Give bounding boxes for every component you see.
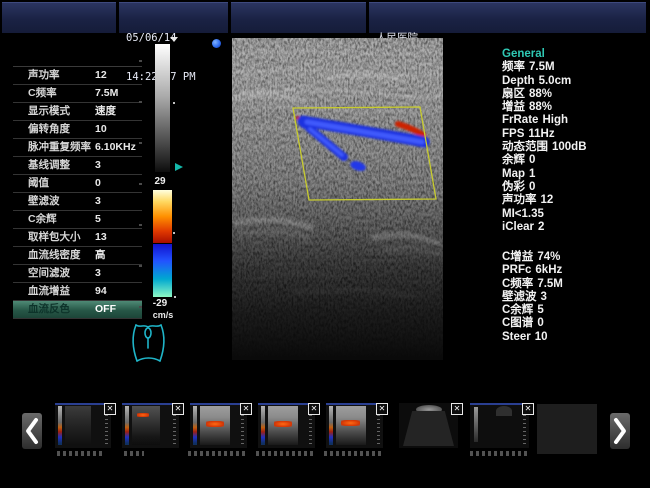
param-row-baseline[interactable]: 基线调整3 [13,157,142,175]
thumbnail-6[interactable]: ✕ [399,403,458,448]
image-info-panel: General 频率7.5M Depth5.0cm 扇区88% 增益88% Fr… [502,48,648,234]
topbar-datetime-segment: 05/06/14 14:22:27 PM [119,2,228,33]
thumbnail-slot-empty [537,404,597,454]
info-line-c-persistence: C余辉5 [502,304,648,317]
thumbnail-3[interactable]: ✕ [190,403,247,448]
info-line-fps: FPS11Hz [502,128,648,141]
param-row-color-gain[interactable]: 血流增益94 [13,283,142,301]
param-row-line-density[interactable]: 血流线密度高 [13,247,142,265]
thumbnail-1-close-icon[interactable]: ✕ [104,403,116,415]
focus-marker-icon [170,37,178,42]
info-line-frame-rate: FrRateHigh [502,114,648,127]
thumbnail-6-close-icon[interactable]: ✕ [451,403,463,415]
color-bar-negative [153,244,172,297]
param-row-acoustic-power[interactable]: 声功率12 [13,67,142,85]
param-row-packet-size[interactable]: 取样包大小13 [13,229,142,247]
info-line-wall-filter: 壁滤波3 [502,291,648,304]
info-line-sector: 扇区88% [502,88,648,101]
velocity-scale-min: -29 [147,298,173,309]
thumbnail-prev-button[interactable] [22,413,42,449]
thumbnail-4-close-icon[interactable]: ✕ [308,403,320,415]
preset-title: General [502,48,648,61]
color-bar-positive [153,190,172,243]
grayscale-bar [155,44,170,172]
thumbnail-3-caption [188,451,248,456]
thumbnail-7-caption [470,451,530,456]
info-line-prfc: PRFc6kHz [502,264,648,277]
param-row-c-frequency[interactable]: C频率7.5M [13,85,142,103]
thumbnail-5-caption [324,451,384,456]
thumbnail-5[interactable]: ✕ [326,403,383,448]
velocity-scale-max: 29 [147,176,173,187]
info-line-persistence: 余辉0 [502,154,648,167]
info-line-steer: Steer10 [502,331,648,344]
info-line-c-map: C图谱0 [502,317,648,330]
param-row-spatial-filter[interactable]: 空间滤波3 [13,265,142,283]
thumbnail-7[interactable]: ✕ [470,403,529,448]
info-line-chroma: 伪彩0 [502,181,648,194]
topbar-patient-segment [231,2,366,33]
velocity-unit-label: cm/s [150,310,176,320]
thumbnail-1-caption [57,451,102,456]
gain-pointer-icon [175,163,183,171]
color-bar-baseline [153,243,172,244]
tgc-tick-marks [139,60,142,330]
thumbnail-1[interactable]: ✕ [55,403,111,448]
ultrasound-image-area [232,38,443,360]
info-line-frequency: 频率7.5M [502,61,648,74]
info-line-dynamic-range: 动态范围100dB [502,141,648,154]
ultrasound-b-mode-image [232,38,443,360]
param-row-threshold[interactable]: 阈值0 [13,175,142,193]
info-line-iclear: iClear2 [502,221,648,234]
param-row-prf[interactable]: 脉冲重复频率6.10KHz [13,139,142,157]
topbar-hospital-segment: 人民医院 L14-5/38 [369,2,646,33]
param-row-display-mode[interactable]: 显示模式速度 [13,103,142,121]
ultrasound-screen: 05/06/14 14:22:27 PM 人民医院 L14-5/38 声功率12… [0,0,650,488]
marker-dot [173,102,175,104]
info-line-c-frequency: C频率7.5M [502,278,648,291]
body-marker-icon [128,320,170,366]
param-row-c-persistence[interactable]: C余辉5 [13,211,142,229]
thumbnail-2-caption [124,451,144,456]
thumbnail-next-button[interactable] [610,413,630,449]
thumbnail-2[interactable]: ✕ [122,403,179,448]
info-line-gain: 增益88% [502,101,648,114]
thumbnail-7-close-icon[interactable]: ✕ [522,403,534,415]
param-row-steer-angle[interactable]: 偏转角度10 [13,121,142,139]
marker-dot [174,296,176,298]
param-row-wall-filter[interactable]: 壁滤波3 [13,193,142,211]
thumbnail-5-close-icon[interactable]: ✕ [376,403,388,415]
param-row-color-invert-selected[interactable]: 血流反色OFF [13,301,142,319]
info-line-depth: Depth5.0cm [502,75,648,88]
topbar-logo-segment [2,2,116,33]
thumbnail-4[interactable]: ✕ [258,403,315,448]
info-line-c-gain: C增益74% [502,251,648,264]
marker-dot [173,232,175,234]
color-info-panel: C增益74% PRFc6kHz C频率7.5M 壁滤波3 C余辉5 C图谱0 S… [502,251,648,344]
cine-status-dot-icon [212,39,221,48]
info-line-acoustic-power: 声功率12 [502,194,648,207]
chevron-left-icon [24,416,40,446]
chevron-right-icon [612,416,628,446]
thumbnail-3-close-icon[interactable]: ✕ [240,403,252,415]
thumbnail-2-close-icon[interactable]: ✕ [172,403,184,415]
color-parameter-panel: 声功率12 C频率7.5M 显示模式速度 偏转角度10 脉冲重复频率6.10KH… [13,66,142,319]
info-line-mi: MI<1.35 [502,208,648,221]
info-line-map: Map1 [502,168,648,181]
thumbnail-4-caption [256,451,316,456]
color-doppler-bar [153,190,172,297]
